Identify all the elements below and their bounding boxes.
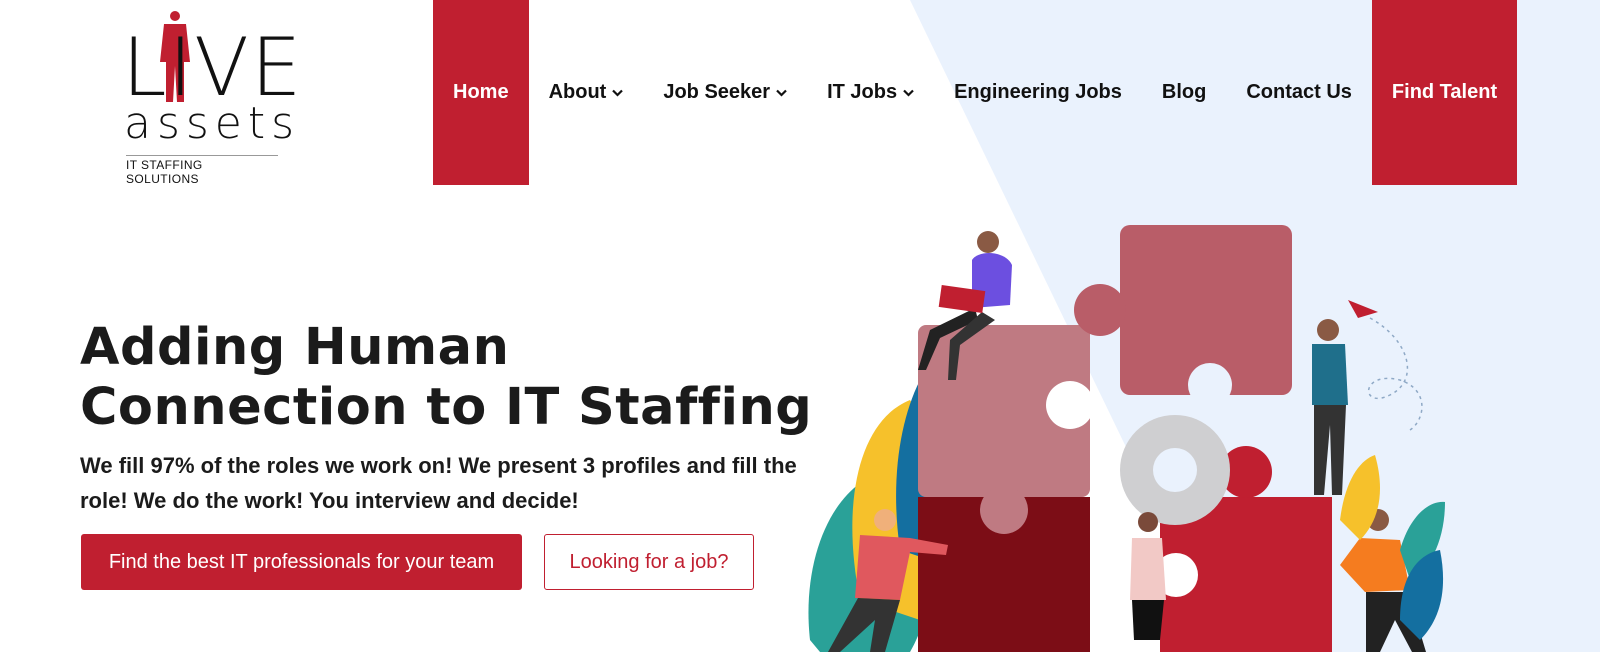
- nav-item-contact-us[interactable]: Contact Us: [1226, 0, 1372, 185]
- find-talent-button[interactable]: Find Talent: [1371, 0, 1518, 185]
- nav-item-label: Engineering Jobs: [954, 81, 1122, 103]
- nav-item-label: Blog: [1161, 81, 1207, 103]
- nav-item-label: IT Jobs: [827, 81, 898, 103]
- puzzle-team-illustration: [808, 225, 1445, 652]
- chevron-down-icon: [903, 89, 914, 97]
- nav-item-home[interactable]: Home: [433, 0, 529, 185]
- person-standing-right: [1312, 319, 1348, 495]
- hero-subtitle: We fill 97% of the roles we work on! We …: [80, 453, 797, 513]
- nav-item-label: Home: [453, 81, 509, 103]
- main-nav: Home About Job Seeker IT Jobs Engineerin…: [433, 0, 1518, 185]
- nav-item-label: Job Seeker: [663, 81, 771, 103]
- chevron-down-icon: [612, 89, 624, 97]
- gear-icon: [1120, 415, 1230, 525]
- nav-item-label: About: [548, 81, 607, 103]
- nav-item-label: Contact Us: [1246, 81, 1352, 103]
- site-logo[interactable]: LIVE assets IT STAFFING SOLUTIONS: [118, 10, 301, 186]
- hero-title-line-2: Connection to IT Staffing: [80, 378, 813, 437]
- find-talent-label: Find Talent: [1391, 81, 1498, 103]
- chevron-down-icon: [776, 89, 787, 97]
- nav-item-about[interactable]: About: [529, 0, 644, 185]
- logo-tagline: IT STAFFING SOLUTIONS: [126, 155, 278, 186]
- nav-item-it-jobs[interactable]: IT Jobs: [807, 0, 934, 185]
- nav-item-blog[interactable]: Blog: [1142, 0, 1226, 185]
- paper-plane-icon: [1348, 300, 1423, 431]
- nav-item-job-seeker[interactable]: Job Seeker: [643, 0, 807, 185]
- looking-for-job-button[interactable]: Looking for a job?: [544, 534, 754, 590]
- logo-word-live: LIVE: [122, 21, 304, 114]
- hero-title-line-1: Adding Human: [80, 318, 510, 377]
- nav-item-engineering-jobs[interactable]: Engineering Jobs: [934, 0, 1142, 185]
- find-professionals-button[interactable]: Find the best IT professionals for your …: [81, 534, 522, 590]
- logo-word-assets: assets: [124, 98, 301, 149]
- hero-title: Adding Human Connection to IT Staffing: [80, 318, 812, 438]
